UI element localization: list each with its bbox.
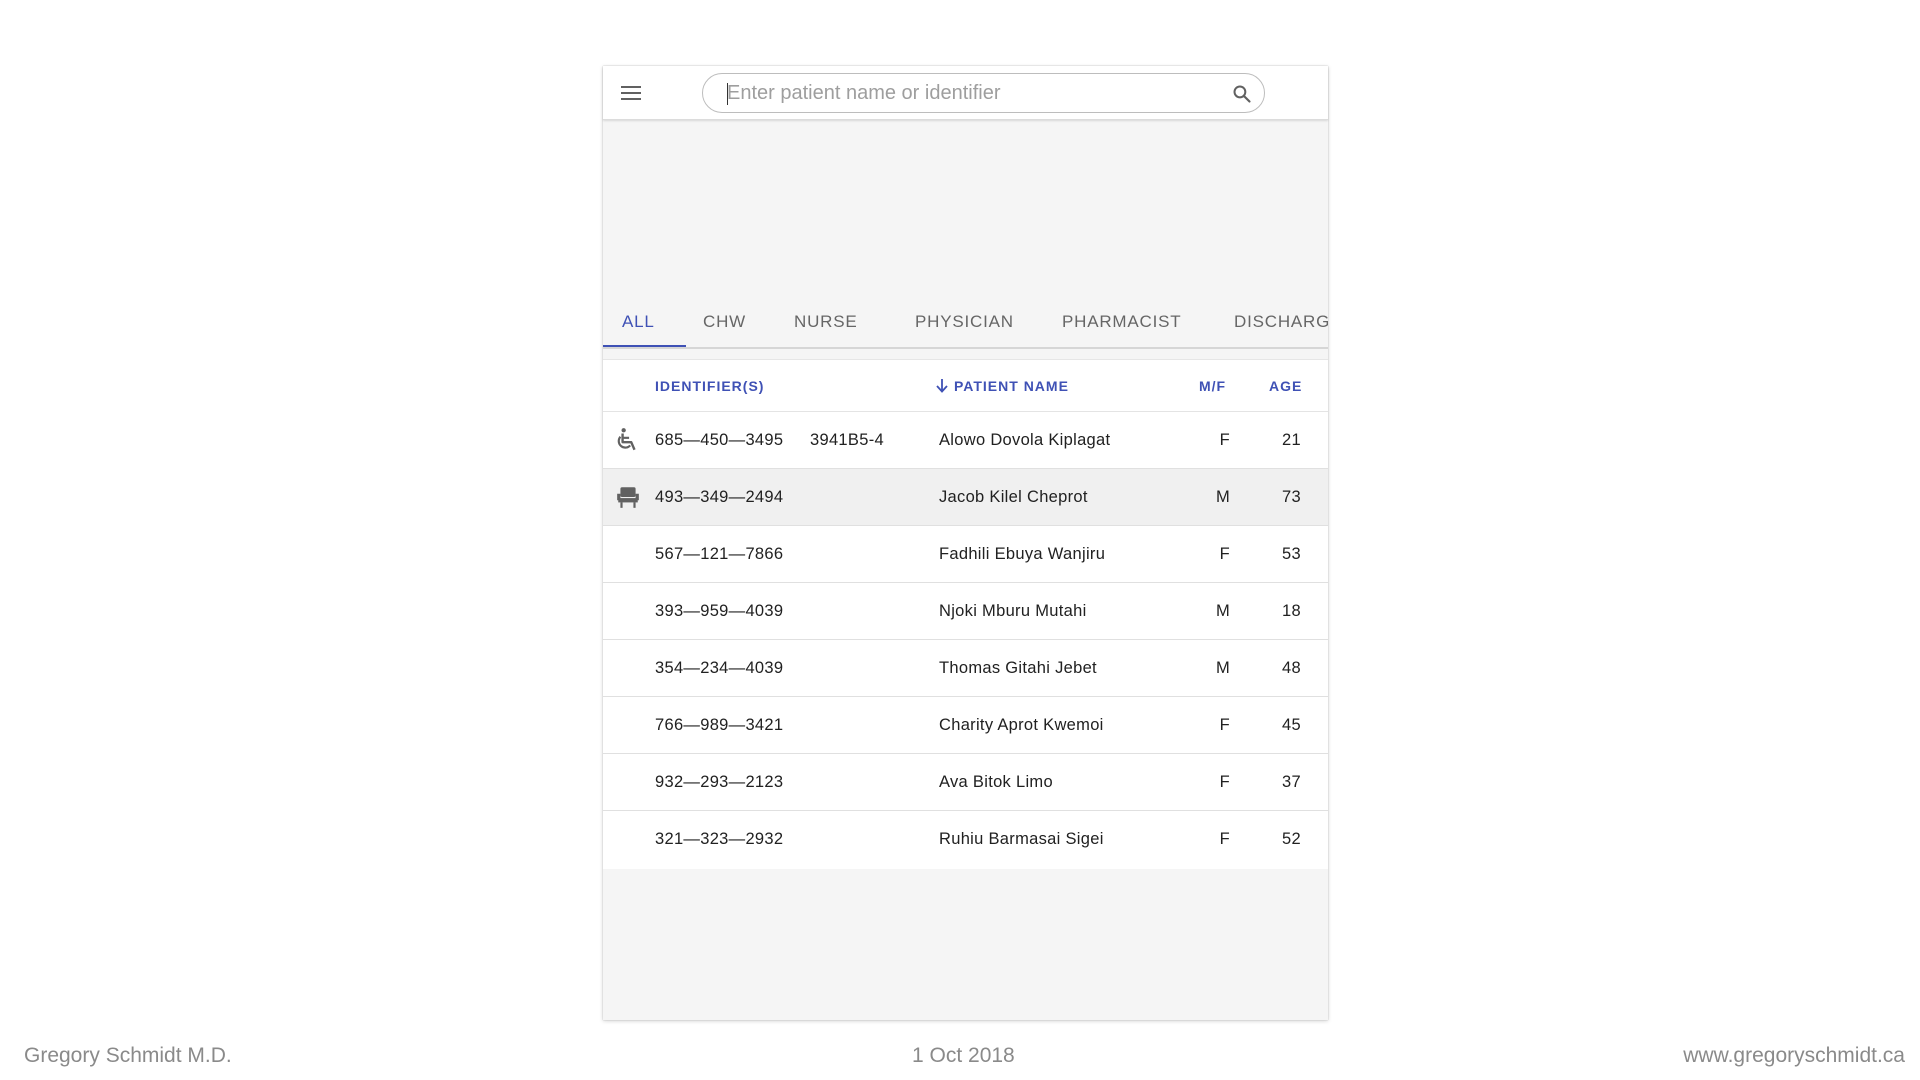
patient-table: IDENTIFIER(S) PATIENT NAME M/F AGE 685—4… — [603, 359, 1328, 869]
cell-patient-name: Ruhiu Barmasai Sigei — [939, 830, 1104, 848]
cell-sex: F — [1219, 545, 1230, 563]
cell-sex: F — [1219, 830, 1230, 848]
cell-identifier: 567—121—7866 — [655, 545, 784, 563]
menu-button[interactable] — [619, 81, 643, 105]
table-row[interactable]: 393—959—4039 Njoki Mburu Mutahi M 18 — [603, 583, 1328, 640]
top-app-bar — [603, 66, 1328, 120]
cell-sex: M — [1215, 659, 1230, 677]
cell-sex: M — [1215, 602, 1230, 620]
cell-sex: F — [1219, 431, 1230, 449]
cell-age: 73 — [1282, 488, 1301, 506]
search-button[interactable] — [1230, 82, 1254, 106]
wheelchair-icon — [617, 428, 636, 451]
table-row[interactable]: 685—450—3495 3941B5-4 Alowo Dovola Kipla… — [603, 412, 1328, 469]
cell-identifier: 685—450—3495 — [655, 431, 784, 449]
cell-identifier: 393—959—4039 — [655, 602, 784, 620]
cell-age: 52 — [1282, 830, 1301, 848]
header-patient-name[interactable]: PATIENT NAME — [936, 378, 1069, 394]
tab-chw[interactable]: CHW — [703, 299, 746, 347]
cell-age: 48 — [1282, 659, 1301, 677]
cell-age: 45 — [1282, 716, 1301, 734]
cell-patient-name: Jacob Kilel Cheprot — [939, 488, 1088, 506]
text-cursor — [727, 83, 728, 105]
footer-date: 1 Oct 2018 — [912, 1044, 1015, 1067]
cell-sex: F — [1219, 716, 1230, 734]
table-row[interactable]: 567—121—7866 Fadhili Ebuya Wanjiru F 53 — [603, 526, 1328, 583]
table-row[interactable]: 321—323—2932 Ruhiu Barmasai Sigei F 52 — [603, 811, 1328, 868]
cell-patient-name: Fadhili Ebuya Wanjiru — [939, 545, 1106, 563]
cell-patient-name: Alowo Dovola Kiplagat — [939, 431, 1111, 449]
app-window: ALL CHW NURSE PHYSICIAN PHARMACIST DISCH… — [603, 66, 1328, 1020]
header-sex[interactable]: M/F — [1199, 378, 1226, 394]
cell-identifier: 354—234—4039 — [655, 659, 784, 677]
header-age[interactable]: AGE — [1269, 378, 1302, 394]
table-row[interactable]: 354—234—4039 Thomas Gitahi Jebet M 48 — [603, 640, 1328, 697]
footer-website: www.gregoryschmidt.ca — [1683, 1044, 1905, 1067]
search-bar — [702, 73, 1265, 113]
header-patient-name-label: PATIENT NAME — [954, 378, 1069, 394]
cell-age: 53 — [1282, 545, 1301, 563]
search-icon — [1233, 85, 1251, 103]
cell-identifier: 932—293—2123 — [655, 773, 784, 791]
hamburger-menu-icon — [621, 86, 641, 100]
role-tab-bar: ALL CHW NURSE PHYSICIAN PHARMACIST DISCH… — [603, 299, 1328, 349]
cell-identifier: 766—989—3421 — [655, 716, 784, 734]
cell-patient-name: Ava Bitok Limo — [939, 773, 1053, 791]
table-header: IDENTIFIER(S) PATIENT NAME M/F AGE — [603, 360, 1328, 412]
tab-all[interactable]: ALL — [622, 299, 655, 347]
search-input[interactable] — [727, 80, 1207, 106]
tab-discharge[interactable]: DISCHARG — [1234, 299, 1328, 347]
cell-sex: M — [1215, 488, 1230, 506]
cell-sex: F — [1219, 773, 1230, 791]
cell-patient-name: Njoki Mburu Mutahi — [939, 602, 1087, 620]
tab-nurse[interactable]: NURSE — [794, 299, 858, 347]
table-row[interactable]: 493—349—2494 Jacob Kilel Cheprot M 73 — [603, 469, 1328, 526]
header-identifiers[interactable]: IDENTIFIER(S) — [655, 378, 764, 394]
cell-age: 21 — [1282, 431, 1301, 449]
footer-author: Gregory Schmidt M.D. — [24, 1044, 232, 1067]
cell-patient-name: Thomas Gitahi Jebet — [939, 659, 1097, 677]
cell-patient-name: Charity Aprot Kwemoi — [939, 716, 1104, 734]
cell-age: 37 — [1282, 773, 1301, 791]
cell-identifier: 321—323—2932 — [655, 830, 784, 848]
active-tab-indicator — [603, 345, 686, 347]
cell-age: 18 — [1282, 602, 1301, 620]
table-row[interactable]: 932—293—2123 Ava Bitok Limo F 37 — [603, 754, 1328, 811]
tab-physician[interactable]: PHYSICIAN — [915, 299, 1014, 347]
arrow-downward-icon — [936, 379, 948, 393]
tab-pharmacist[interactable]: PHARMACIST — [1062, 299, 1181, 347]
cell-secondary-identifier: 3941B5-4 — [810, 431, 884, 449]
table-row[interactable]: 766—989—3421 Charity Aprot Kwemoi F 45 — [603, 697, 1328, 754]
cell-identifier: 493—349—2494 — [655, 488, 784, 506]
waiting-chair-icon — [617, 487, 639, 508]
